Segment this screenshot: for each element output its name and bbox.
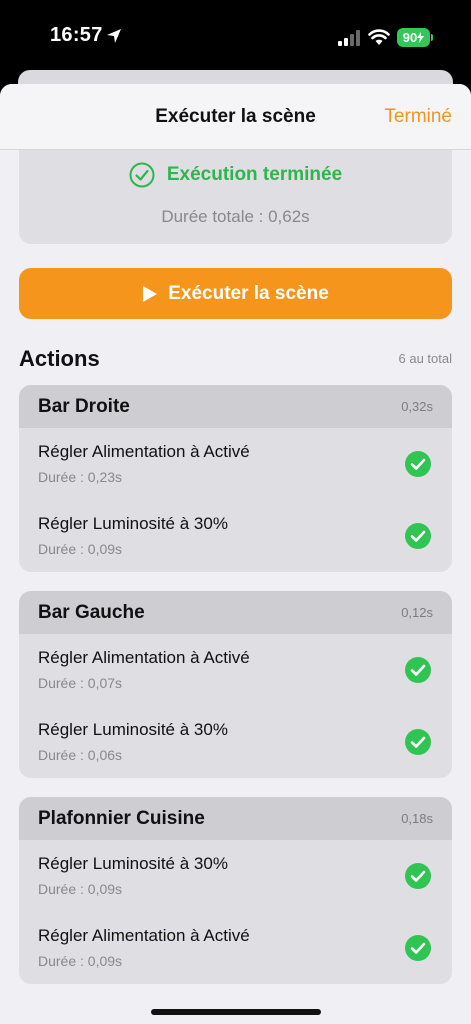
charging-bolt-icon: [417, 32, 425, 43]
run-scene-label: Exécuter la scène: [168, 282, 329, 304]
play-icon: [143, 285, 158, 302]
signal-icon: [338, 30, 360, 46]
action-label: Régler Alimentation à Activé: [38, 926, 250, 945]
action-duration: Durée : 0,23s: [38, 469, 123, 485]
action-row[interactable]: Régler Alimentation à Activé Durée : 0,0…: [19, 634, 452, 706]
action-duration: Durée : 0,09s: [38, 953, 123, 969]
wifi-icon: [368, 29, 390, 45]
check-circle-icon: [405, 523, 431, 549]
group-header: Plafonnier Cuisine 0,18s: [19, 797, 452, 840]
action-row[interactable]: Régler Luminosité à 30% Durée : 0,06s: [19, 706, 452, 778]
check-circle-icon: [405, 935, 431, 961]
location-arrow-icon: [107, 29, 121, 43]
action-duration: Durée : 0,09s: [38, 541, 123, 557]
group-name: Bar Droite: [38, 395, 130, 417]
action-row[interactable]: Régler Luminosité à 30% Durée : 0,09s: [19, 500, 452, 572]
nav-bar: Exécuter la scène Terminé: [0, 84, 471, 150]
action-duration: Durée : 0,07s: [38, 675, 123, 691]
total-duration: Durée totale : 0,62s: [161, 207, 310, 226]
actions-title: Actions: [19, 346, 100, 371]
check-circle-icon: [405, 451, 431, 477]
check-circle-icon: [405, 863, 431, 889]
check-circle-icon: [405, 657, 431, 683]
action-group-plafonnier-cuisine: Plafonnier Cuisine 0,18s Régler Luminosi…: [19, 797, 452, 984]
status-bar: 16:57 90: [0, 0, 471, 80]
done-button[interactable]: Terminé: [384, 106, 452, 128]
group-name: Bar Gauche: [38, 601, 145, 623]
group-time: 0,32s: [401, 399, 433, 414]
home-indicator[interactable]: [151, 1009, 321, 1015]
action-duration: Durée : 0,06s: [38, 747, 123, 763]
action-group-bar-droite: Bar Droite 0,32s Régler Alimentation à A…: [19, 385, 452, 572]
check-circle-icon: [405, 729, 431, 755]
action-duration: Durée : 0,09s: [38, 881, 123, 897]
check-circle-outline-icon: [129, 162, 155, 188]
action-label: Régler Alimentation à Activé: [38, 442, 250, 461]
action-label: Régler Luminosité à 30%: [38, 854, 228, 873]
action-row[interactable]: Régler Luminosité à 30% Durée : 0,09s: [19, 840, 452, 912]
group-name: Plafonnier Cuisine: [38, 807, 205, 829]
group-header: Bar Droite 0,32s: [19, 385, 452, 428]
scene-sheet: Exécution terminée Durée totale : 0,62s …: [0, 84, 471, 1024]
group-time: 0,12s: [401, 605, 433, 620]
group-time: 0,18s: [401, 811, 433, 826]
action-row[interactable]: Régler Alimentation à Activé Durée : 0,2…: [19, 428, 452, 500]
action-row[interactable]: Régler Alimentation à Activé Durée : 0,0…: [19, 912, 452, 984]
group-header: Bar Gauche 0,12s: [19, 591, 452, 634]
action-label: Régler Luminosité à 30%: [38, 720, 228, 739]
actions-count: 6 au total: [398, 351, 453, 366]
action-label: Régler Alimentation à Activé: [38, 648, 250, 667]
action-group-bar-gauche: Bar Gauche 0,12s Régler Alimentation à A…: [19, 591, 452, 778]
status-time: 16:57: [50, 24, 103, 46]
result-card: Exécution terminée Durée totale : 0,62s: [19, 144, 452, 244]
battery-level: 90: [402, 30, 418, 45]
result-status-row: Exécution terminée: [19, 162, 452, 188]
battery-icon: 90: [397, 28, 433, 47]
result-status: Exécution terminée: [166, 164, 343, 185]
action-label: Régler Luminosité à 30%: [38, 514, 228, 533]
run-scene-button[interactable]: Exécuter la scène: [19, 268, 452, 319]
